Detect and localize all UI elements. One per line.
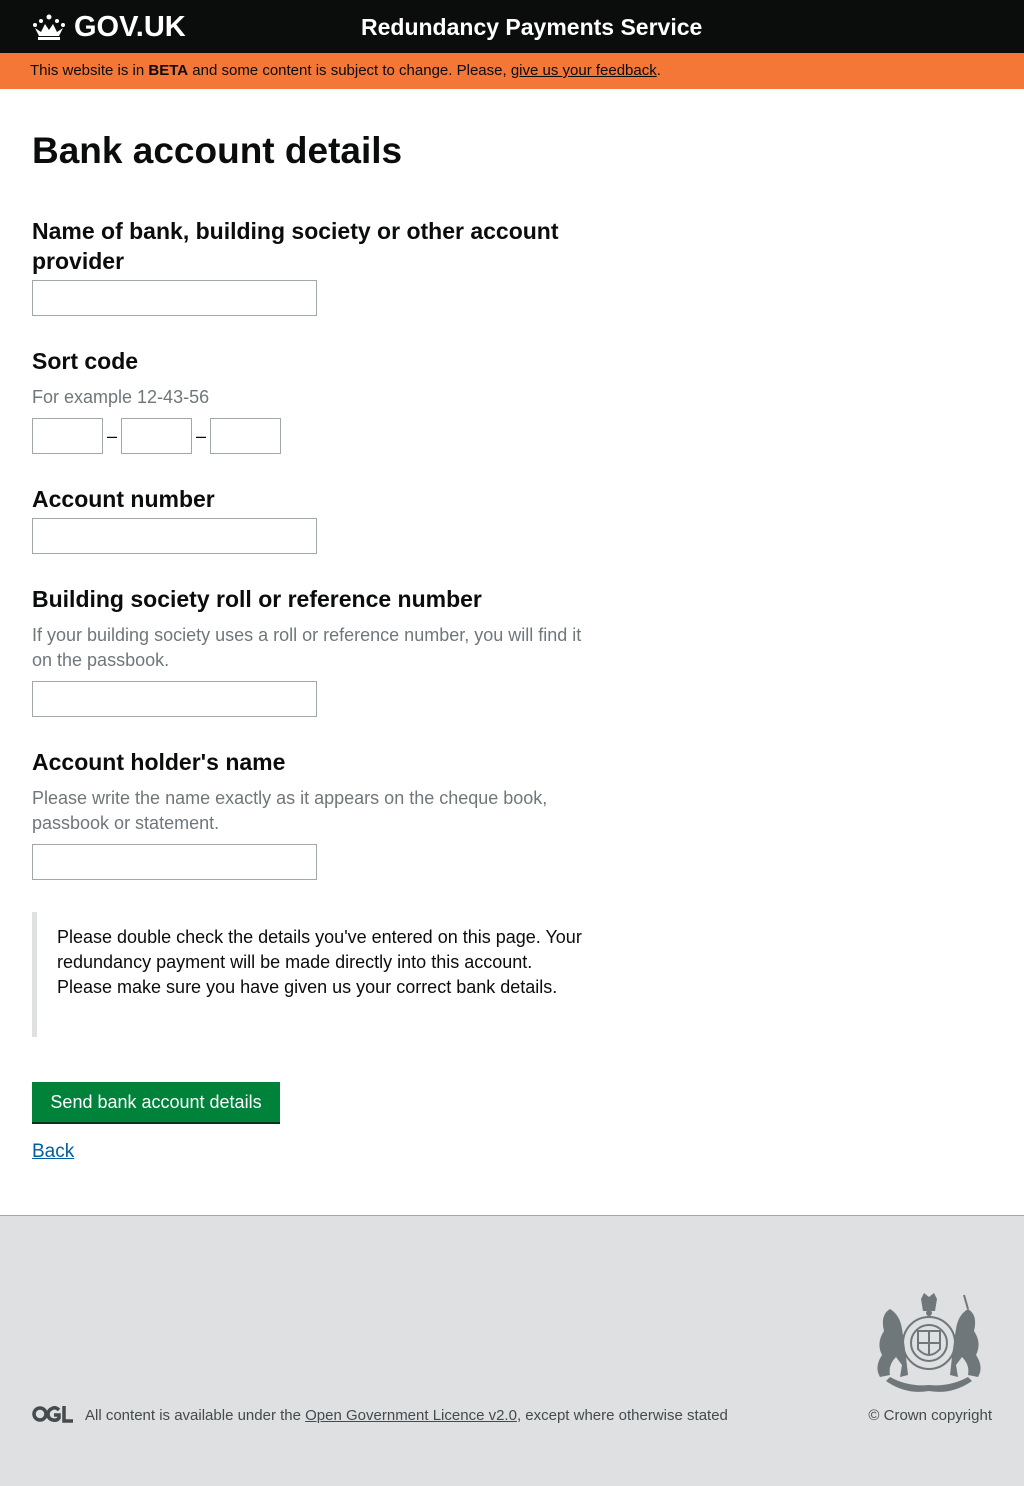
back-link[interactable]: Back [32,1139,74,1164]
holder-name-input[interactable] [32,844,317,880]
sort-code-separator: – [196,426,207,446]
feedback-link[interactable]: give us your feedback [511,62,657,79]
holder-name-hint: Please write the name exactly as it appe… [32,788,548,833]
notice-panel: Please double check the details you've e… [32,912,592,1037]
holder-name-label: Account holder's name [32,749,286,775]
beta-tag: BETA [148,62,189,79]
account-number-label: Account number [32,486,215,512]
sort-code-hint: For example 12-43-56 [32,387,210,407]
page-title: Bank account details [32,130,403,171]
licence-suffix: , except where otherwise stated [516,1407,728,1424]
service-name-link[interactable]: Redundancy Payments Service [361,12,702,42]
roll-number-hint: If your building society uses a roll or … [32,625,582,670]
beta-prefix: This website is in [30,62,149,79]
beta-suffix: . [656,62,661,79]
licence-text: All content is available under the Open … [85,1405,728,1427]
open-government-licence-link[interactable]: Open Government Licence v2.0 [305,1407,517,1424]
crown-icon [33,14,65,40]
sort-code-label: Sort code [32,348,139,374]
notice-text: Please double check the details you've e… [57,927,582,997]
licence-prefix: All content is available under the [85,1407,306,1424]
beta-middle: and some content is subject to change. P… [188,62,511,79]
logo-text: GOV.UK [74,11,186,43]
royal-coat-of-arms-icon [877,1293,981,1392]
ogl-logo-icon [32,1406,73,1423]
sort-code-part-2[interactable] [121,418,192,454]
site-header: GOV.UK Redundancy Payments Service [0,0,1024,53]
govuk-logo-link[interactable]: GOV.UK [32,11,186,43]
roll-number-label: Building society roll or reference numbe… [32,586,482,612]
bank-name-label: Name of bank, building society or other … [32,218,559,274]
bank-name-input[interactable] [32,280,317,316]
beta-banner: This website is in BETA and some content… [0,53,1024,89]
account-number-input[interactable] [32,518,317,554]
crown-copyright-link[interactable]: © Crown copyright [868,1405,992,1427]
site-footer: All content is available under the Open … [0,1215,1024,1486]
send-bank-details-button[interactable]: Send bank account details [32,1082,280,1122]
sort-code-separator: – [107,426,118,446]
sort-code-part-1[interactable] [32,418,103,454]
roll-number-input[interactable] [32,681,317,717]
sort-code-part-3[interactable] [210,418,281,454]
